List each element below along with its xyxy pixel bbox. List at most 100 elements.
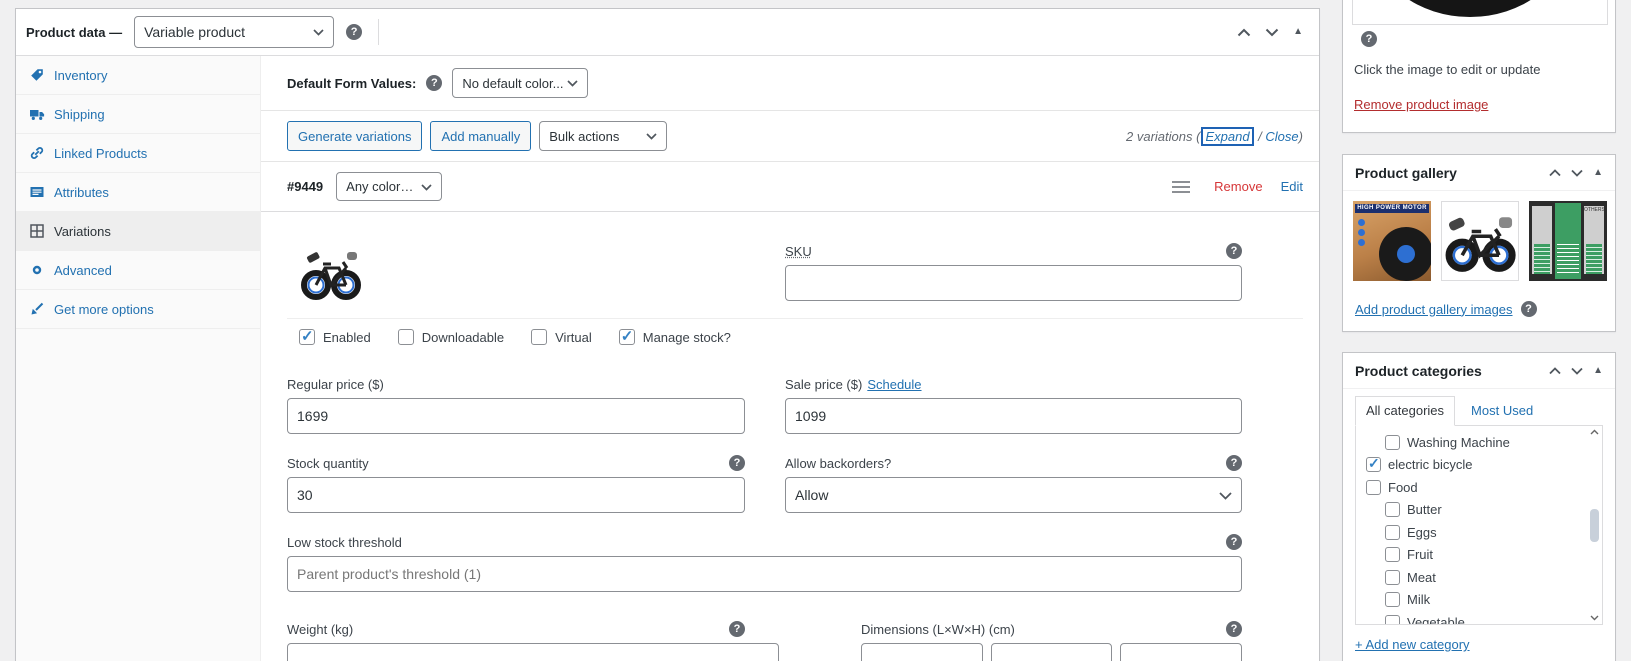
virtual-option[interactable]: Virtual — [531, 329, 592, 345]
weight-input[interactable] — [287, 643, 779, 661]
category-item[interactable]: Eggs — [1356, 521, 1602, 544]
category-checkbox[interactable] — [1385, 502, 1400, 517]
manage-stock-checkbox[interactable] — [619, 329, 635, 345]
chevron-down-icon — [646, 133, 657, 140]
dimension-width-input[interactable] — [991, 643, 1113, 661]
enabled-checkbox[interactable] — [299, 329, 315, 345]
category-checkbox[interactable] — [1385, 615, 1400, 625]
virtual-checkbox[interactable] — [531, 329, 547, 345]
category-checkbox[interactable] — [1366, 480, 1381, 495]
dimension-height-input[interactable] — [1120, 643, 1242, 661]
text-stripes — [1557, 241, 1579, 275]
move-down-icon[interactable] — [1571, 169, 1583, 177]
help-icon[interactable] — [1226, 534, 1242, 550]
tab-all-categories[interactable]: All categories — [1355, 396, 1455, 426]
expand-link[interactable]: Expand — [1201, 127, 1253, 146]
variation-attribute-select[interactable]: Any color… — [336, 172, 442, 201]
category-checkbox[interactable] — [1385, 435, 1400, 450]
category-item[interactable]: Food — [1356, 476, 1602, 499]
dimension-length-input[interactable] — [861, 643, 983, 661]
gallery-thumbnail-3[interactable]: OTHERS — [1529, 201, 1607, 281]
move-up-icon[interactable] — [1237, 28, 1251, 37]
gallery-thumbnails: HIGH POWER MOTOR — [1343, 191, 1615, 291]
variation-options-row: Enabled Downloadable Virtual Manage — [287, 318, 1303, 355]
edit-variation-link[interactable]: Edit — [1281, 179, 1303, 194]
help-icon[interactable] — [1226, 243, 1242, 259]
help-icon[interactable] — [1361, 31, 1377, 47]
gallery-thumbnail-1[interactable]: HIGH POWER MOTOR — [1353, 201, 1431, 281]
help-icon[interactable] — [729, 455, 745, 471]
tab-most-used[interactable]: Most Used — [1471, 403, 1533, 418]
move-up-icon[interactable] — [1549, 367, 1561, 375]
category-checkbox[interactable] — [1385, 570, 1400, 585]
nav-item-attributes[interactable]: Attributes — [16, 173, 260, 212]
bike-image — [1442, 202, 1518, 280]
product-type-select[interactable]: Variable product — [134, 16, 334, 48]
category-checkbox[interactable] — [1366, 457, 1381, 472]
help-icon[interactable] — [426, 75, 442, 91]
category-label: Eggs — [1407, 525, 1437, 540]
add-manually-button[interactable]: Add manually — [430, 121, 531, 151]
move-down-icon[interactable] — [1571, 367, 1583, 375]
gallery-thumbnail-2[interactable] — [1441, 201, 1519, 281]
help-icon[interactable] — [1521, 301, 1537, 317]
regular-price-input[interactable] — [287, 398, 745, 434]
variation-image-thumbnail[interactable] — [299, 242, 363, 306]
category-item[interactable]: Milk — [1356, 589, 1602, 612]
scrollbar-thumb[interactable] — [1590, 509, 1599, 542]
remove-variation-link[interactable]: Remove — [1214, 179, 1262, 194]
help-icon[interactable] — [346, 24, 362, 40]
collapse-toggle-icon[interactable]: ▲ — [1293, 27, 1303, 37]
bike-image — [299, 242, 363, 306]
help-icon[interactable] — [729, 621, 745, 637]
nav-item-inventory[interactable]: Inventory — [16, 56, 260, 95]
sku-input[interactable] — [785, 265, 1242, 301]
default-color-select[interactable]: No default color... — [452, 68, 588, 98]
help-icon[interactable] — [1226, 621, 1242, 637]
help-icon[interactable] — [1226, 455, 1242, 471]
collapse-toggle-icon[interactable]: ▲ — [1593, 168, 1603, 178]
schedule-link[interactable]: Schedule — [867, 377, 921, 392]
product-data-nav: Inventory Shipping Linked Products Attri… — [16, 56, 261, 661]
nav-item-shipping[interactable]: Shipping — [16, 95, 260, 134]
sale-price-input[interactable] — [785, 398, 1242, 434]
category-checkbox[interactable] — [1385, 592, 1400, 607]
category-item[interactable]: Butter — [1356, 499, 1602, 522]
category-item[interactable]: Meat — [1356, 566, 1602, 589]
stock-quantity-label: Stock quantity — [287, 456, 369, 471]
nav-item-variations[interactable]: Variations — [16, 212, 260, 251]
low-stock-threshold-input[interactable] — [287, 556, 1242, 592]
enabled-option[interactable]: Enabled — [299, 329, 371, 345]
stock-quantity-input[interactable] — [287, 477, 745, 513]
remove-product-image-link[interactable]: Remove product image — [1354, 97, 1488, 112]
add-new-category-link[interactable]: + Add new category — [1355, 637, 1470, 652]
featured-product-image[interactable] — [1352, 0, 1608, 25]
move-up-icon[interactable] — [1549, 169, 1561, 177]
close-link[interactable]: Close — [1265, 129, 1298, 144]
nav-label: Variations — [54, 224, 111, 239]
allow-backorders-select[interactable]: Allow — [785, 477, 1242, 513]
add-gallery-images-link[interactable]: Add product gallery images — [1355, 302, 1513, 317]
category-item[interactable]: Fruit — [1356, 544, 1602, 567]
scroll-up-icon[interactable] — [1590, 429, 1599, 435]
bulk-actions-select[interactable]: Bulk actions — [539, 121, 667, 151]
nav-item-linked-products[interactable]: Linked Products — [16, 134, 260, 173]
category-checkbox[interactable] — [1385, 547, 1400, 562]
nav-item-get-more-options[interactable]: Get more options — [16, 290, 260, 329]
collapse-toggle-icon[interactable]: ▲ — [1593, 366, 1603, 376]
manage-stock-option[interactable]: Manage stock? — [619, 329, 731, 345]
category-item[interactable]: electric bicycle — [1356, 454, 1602, 477]
downloadable-option[interactable]: Downloadable — [398, 329, 504, 345]
paren: ( — [1196, 129, 1200, 144]
nav-item-advanced[interactable]: Advanced — [16, 251, 260, 290]
category-item[interactable]: Vegetable — [1356, 611, 1602, 625]
drag-handle-icon[interactable] — [1172, 186, 1190, 188]
variations-count: 2 variations (Expand / Close) — [1126, 127, 1303, 146]
category-item[interactable]: Washing Machine — [1356, 431, 1602, 454]
category-checkbox[interactable] — [1385, 525, 1400, 540]
generate-variations-button[interactable]: Generate variations — [287, 121, 422, 151]
downloadable-checkbox[interactable] — [398, 329, 414, 345]
nav-label: Get more options — [54, 302, 154, 317]
scroll-down-icon[interactable] — [1590, 615, 1599, 621]
move-down-icon[interactable] — [1265, 28, 1279, 37]
